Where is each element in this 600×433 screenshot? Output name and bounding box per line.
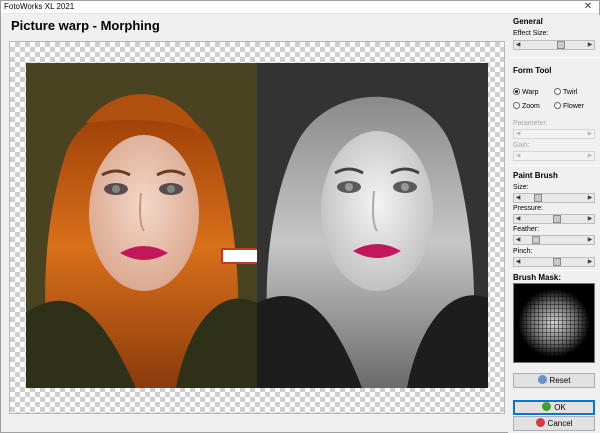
settings-panel: General Effect Size: ◀ ▶ Form Tool Warp … xyxy=(508,15,600,433)
divider xyxy=(508,57,600,58)
radio-flower[interactable]: Flower xyxy=(554,102,584,110)
feather-slider[interactable]: ◀ ▶ xyxy=(513,235,595,245)
slider-left-arrow-icon[interactable]: ◀ xyxy=(514,194,522,202)
ok-button[interactable]: OK xyxy=(513,400,595,415)
radio-dot[interactable] xyxy=(513,88,520,95)
radio-zoom[interactable]: Zoom xyxy=(513,102,540,110)
parameter-label: Parameter: xyxy=(513,120,548,127)
slider-thumb[interactable] xyxy=(532,236,540,244)
slider-right-arrow-icon[interactable]: ▶ xyxy=(586,194,594,202)
slider-right-arrow-icon[interactable]: ▶ xyxy=(586,258,594,266)
ok-check-icon xyxy=(542,402,552,411)
feather-label: Feather: xyxy=(513,226,540,233)
radio-warp[interactable]: Warp xyxy=(513,88,538,96)
pinch-slider[interactable]: ◀ ▶ xyxy=(513,257,595,267)
size-slider[interactable]: ◀ ▶ xyxy=(513,193,595,203)
radio-dot[interactable] xyxy=(554,102,561,109)
title-bar: FotoWorks XL 2021 ✕ xyxy=(1,1,599,14)
window-title: FotoWorks XL 2021 xyxy=(4,2,75,11)
pressure-slider[interactable]: ◀ ▶ xyxy=(513,214,595,224)
slider-left-arrow-icon[interactable]: ◀ xyxy=(514,236,522,244)
slider-right-arrow-icon[interactable]: ▶ xyxy=(586,236,594,244)
parameter-slider[interactable]: ◀ ▶ xyxy=(513,129,595,139)
app-window: FotoWorks XL 2021 ✕ Picture warp - Morph… xyxy=(0,0,600,433)
original-photo xyxy=(26,63,257,388)
slider-thumb[interactable] xyxy=(553,258,561,266)
radio-dot[interactable] xyxy=(554,88,561,95)
brush-mask-preview xyxy=(513,283,595,363)
slider-left-arrow-icon: ◀ xyxy=(515,131,521,137)
gain-slider[interactable]: ◀ ▶ xyxy=(513,151,595,161)
close-icon[interactable]: ✕ xyxy=(581,1,595,13)
pinch-label: Pinch: xyxy=(513,248,533,255)
slider-thumb[interactable] xyxy=(557,41,565,49)
reset-button[interactable]: Reset xyxy=(513,373,595,388)
slider-right-arrow-icon: ▶ xyxy=(587,153,593,159)
size-label: Size: xyxy=(513,184,529,191)
cancel-icon xyxy=(535,418,545,427)
slider-right-arrow-icon[interactable]: ▶ xyxy=(586,215,594,223)
cancel-button[interactable]: Cancel xyxy=(513,416,595,431)
radio-twirl[interactable]: Twirl xyxy=(554,88,577,96)
slider-left-arrow-icon[interactable]: ◀ xyxy=(514,258,522,266)
slider-right-arrow-icon: ▶ xyxy=(587,131,593,137)
gain-label: Gain: xyxy=(513,142,530,149)
radio-dot[interactable] xyxy=(513,102,520,109)
paint-brush-title: Paint Brush xyxy=(513,171,558,180)
slider-left-arrow-icon[interactable]: ◀ xyxy=(514,41,522,49)
page-title: Picture warp - Morphing xyxy=(11,18,160,33)
effect-size-label: Effect Size: xyxy=(513,30,549,37)
slider-left-arrow-icon: ◀ xyxy=(515,153,521,159)
morphed-photo xyxy=(257,63,488,388)
slider-left-arrow-icon[interactable]: ◀ xyxy=(514,215,522,223)
slider-thumb[interactable] xyxy=(534,194,542,202)
preview-canvas[interactable] xyxy=(9,41,505,414)
slider-thumb[interactable] xyxy=(553,215,561,223)
divider xyxy=(508,270,600,271)
general-title: General xyxy=(513,17,543,26)
slider-right-arrow-icon[interactable]: ▶ xyxy=(586,41,594,49)
effect-size-slider[interactable]: ◀ ▶ xyxy=(513,40,595,50)
brush-mask-title: Brush Mask: xyxy=(513,273,562,282)
divider xyxy=(508,165,600,166)
reset-icon xyxy=(537,375,547,384)
pressure-label: Pressure: xyxy=(513,205,543,212)
form-tool-title: Form Tool xyxy=(513,66,552,75)
